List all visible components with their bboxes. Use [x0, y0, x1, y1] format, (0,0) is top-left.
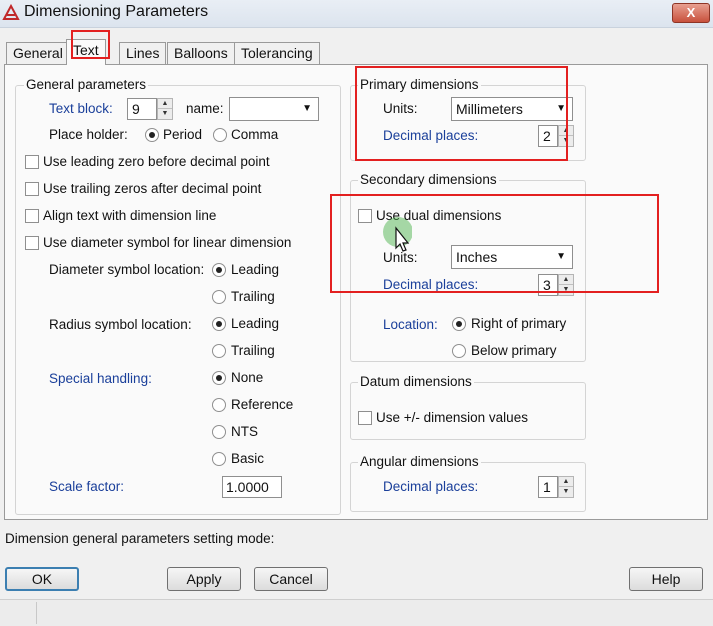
text-tab-highlight	[71, 30, 110, 59]
below-primary-label: Below primary	[471, 343, 557, 358]
scale-factor-label: Scale factor:	[49, 479, 125, 494]
diameter-leading-radio[interactable]	[212, 263, 226, 277]
scale-factor-input[interactable]: 1.0000	[222, 476, 282, 498]
angular-decimal-spinner[interactable]: ▲ ▼	[558, 476, 574, 498]
app-icon	[2, 4, 20, 20]
below-primary-radio[interactable]	[452, 344, 466, 358]
spin-up-icon[interactable]: ▲	[559, 477, 573, 487]
name-dropdown[interactable]: ▼	[229, 97, 319, 121]
place-holder-comma-radio[interactable]	[213, 128, 227, 142]
secondary-dimensions-highlight	[330, 194, 659, 293]
align-text-checkbox[interactable]	[25, 209, 39, 223]
window-title: Dimensioning Parameters	[24, 3, 209, 20]
angular-dimensions-label: Angular dimensions	[358, 454, 481, 469]
tab-general[interactable]: General	[6, 42, 70, 64]
diameter-leading-label: Leading	[231, 262, 280, 277]
datum-dimensions-label: Datum dimensions	[358, 374, 474, 389]
chevron-down-icon: ▼	[302, 103, 312, 114]
special-reference-radio[interactable]	[212, 398, 226, 412]
text-block-label: Text block:	[49, 101, 113, 116]
plus-minus-label: Use +/- dimension values	[376, 410, 528, 425]
leading-zero-label: Use leading zero before decimal point	[43, 154, 270, 169]
ok-button[interactable]: OK	[5, 567, 79, 591]
special-nts-label: NTS	[231, 424, 258, 439]
special-none-radio[interactable]	[212, 371, 226, 385]
tab-balloons[interactable]: Balloons	[167, 42, 235, 64]
right-of-primary-radio[interactable]	[452, 317, 466, 331]
location-label: Location:	[383, 317, 438, 332]
close-icon: X	[686, 5, 696, 20]
secondary-dimensions-label: Secondary dimensions	[358, 172, 499, 187]
diameter-trailing-radio[interactable]	[212, 290, 226, 304]
title-bar: Dimensioning Parameters X	[0, 0, 713, 28]
special-none-label: None	[231, 370, 264, 385]
trailing-zeros-checkbox[interactable]	[25, 182, 39, 196]
radius-trailing-radio[interactable]	[212, 344, 226, 358]
align-text-label: Align text with dimension line	[43, 208, 217, 223]
place-holder-label: Place holder:	[49, 127, 128, 142]
radius-leading-radio[interactable]	[212, 317, 226, 331]
general-parameters-group	[15, 85, 341, 515]
place-holder-period-label: Period	[163, 127, 203, 142]
diameter-trailing-label: Trailing	[231, 289, 275, 304]
text-block-input[interactable]: 9	[127, 98, 157, 120]
name-label: name:	[186, 101, 224, 116]
status-text: Dimension general parameters setting mod…	[5, 531, 275, 546]
spin-up-icon[interactable]: ▲	[158, 99, 172, 109]
spin-down-icon[interactable]: ▼	[559, 487, 573, 497]
help-button[interactable]: Help	[629, 567, 703, 591]
status-bar-divider	[36, 602, 37, 624]
status-bar	[0, 599, 713, 626]
special-nts-radio[interactable]	[212, 425, 226, 439]
special-basic-radio[interactable]	[212, 452, 226, 466]
text-block-spinner[interactable]: ▲ ▼	[157, 98, 173, 120]
leading-zero-checkbox[interactable]	[25, 155, 39, 169]
apply-button[interactable]: Apply	[167, 567, 241, 591]
tab-tolerancing[interactable]: Tolerancing	[234, 42, 320, 64]
radius-location-label: Radius symbol location:	[49, 317, 192, 332]
radius-trailing-label: Trailing	[231, 343, 275, 358]
tab-lines[interactable]: Lines	[119, 42, 167, 64]
diameter-symbol-label: Use diameter symbol for linear dimension	[43, 235, 292, 250]
place-holder-comma-label: Comma	[231, 127, 279, 142]
radius-leading-label: Leading	[231, 316, 280, 331]
special-handling-label: Special handling:	[49, 371, 152, 386]
diameter-symbol-checkbox[interactable]	[25, 236, 39, 250]
mouse-cursor-icon	[383, 217, 412, 252]
spin-down-icon[interactable]: ▼	[158, 109, 172, 119]
close-button[interactable]: X	[672, 3, 710, 23]
diameter-location-label: Diameter symbol location:	[49, 262, 205, 277]
place-holder-period-radio[interactable]	[145, 128, 159, 142]
angular-decimal-input[interactable]: 1	[538, 476, 558, 498]
cancel-button[interactable]: Cancel	[254, 567, 328, 591]
general-parameters-label: General parameters	[24, 77, 149, 92]
angular-decimal-label: Decimal places:	[383, 479, 479, 494]
right-of-primary-label: Right of primary	[471, 316, 567, 331]
special-reference-label: Reference	[231, 397, 294, 412]
trailing-zeros-label: Use trailing zeros after decimal point	[43, 181, 262, 196]
primary-dimensions-highlight	[355, 66, 568, 161]
plus-minus-checkbox[interactable]	[358, 411, 372, 425]
special-basic-label: Basic	[231, 451, 265, 466]
